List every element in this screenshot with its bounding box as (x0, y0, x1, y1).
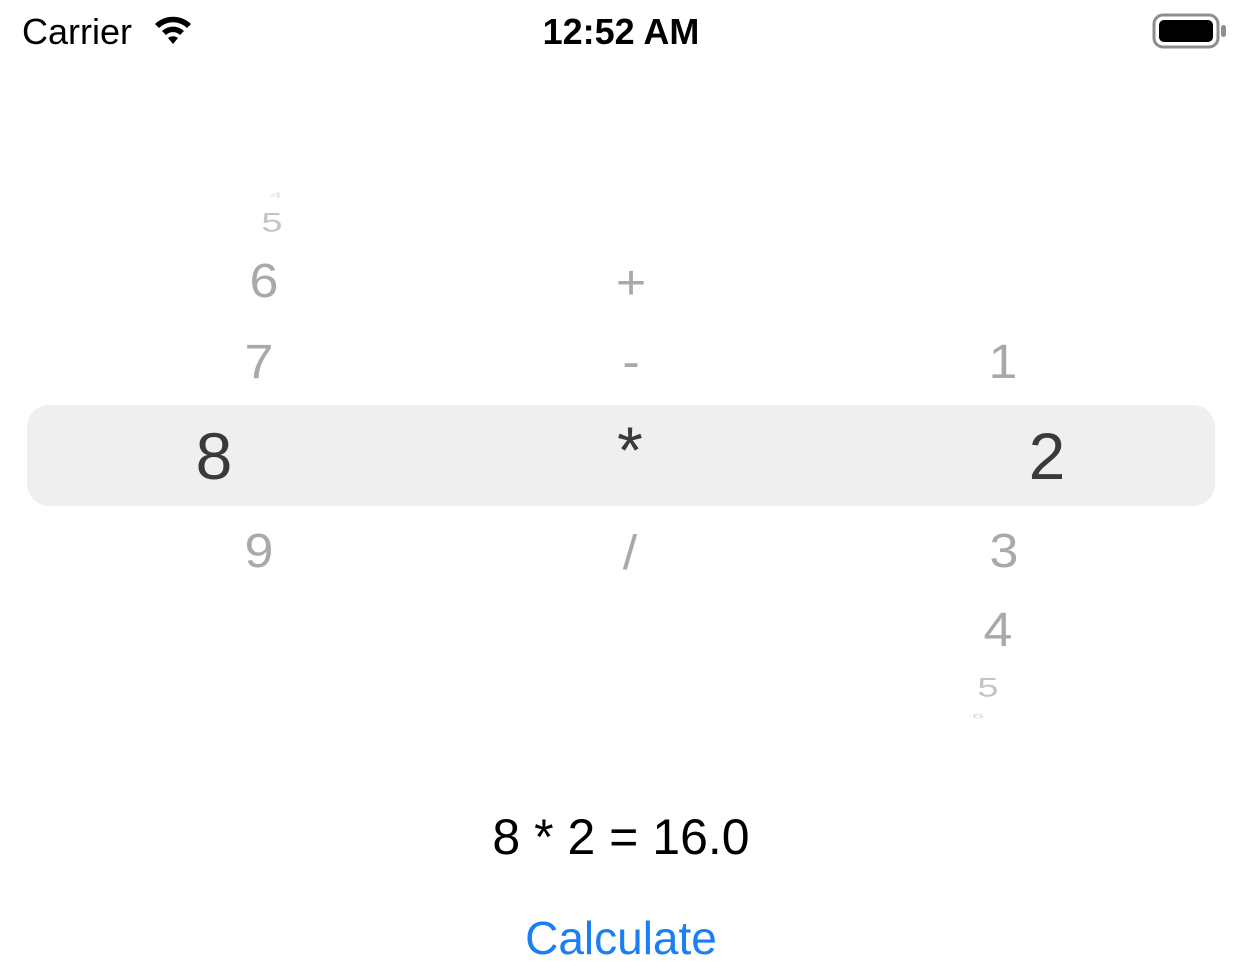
picker-item[interactable]: 3 (990, 527, 1019, 575)
picker-selected-first-number[interactable]: 8 (196, 423, 233, 489)
picker-item[interactable]: 4 (984, 606, 1013, 654)
picker-selected-operator[interactable]: * (617, 417, 643, 483)
battery-icon (1152, 13, 1226, 49)
picker-item[interactable]: 1 (989, 338, 1018, 386)
status-bar: Carrier 12:52 AM (0, 0, 1242, 64)
calculator-screen: Carrier 12:52 AM 4 5 6 7 8 9 + - * / 1 2… (0, 0, 1242, 980)
picker-item[interactable]: 6 (972, 712, 984, 720)
picker-item[interactable]: 5 (261, 210, 282, 237)
picker-item[interactable]: - (622, 338, 639, 386)
picker-item[interactable]: 7 (245, 338, 274, 386)
picker-item[interactable]: 6 (250, 257, 279, 305)
picker-selected-second-number[interactable]: 2 (1029, 423, 1066, 489)
status-time: 12:52 AM (542, 11, 700, 52)
calculate-button[interactable]: Calculate (471, 906, 771, 970)
picker-item[interactable]: 5 (977, 675, 998, 702)
picker-item[interactable]: + (616, 259, 646, 307)
picker-item[interactable]: / (623, 529, 637, 577)
result-label: 8 * 2 = 16.0 (492, 809, 750, 865)
calculator-picker[interactable]: 4 5 6 7 8 9 + - * / 1 2 3 4 5 6 (0, 180, 1242, 725)
picker-item[interactable]: 4 (270, 191, 282, 199)
picker-item[interactable]: 9 (245, 527, 274, 575)
